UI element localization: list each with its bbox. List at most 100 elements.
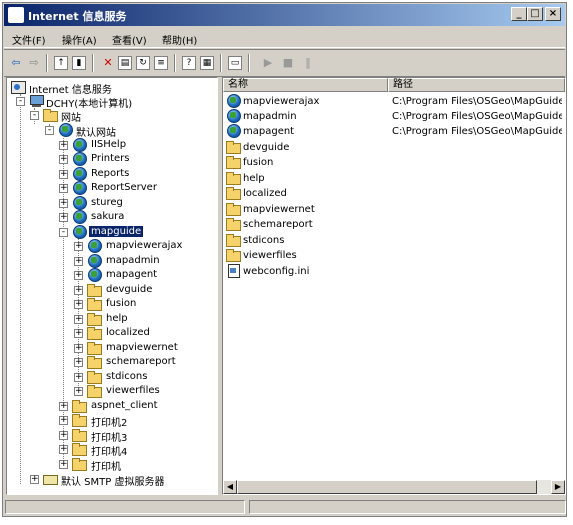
expand-icon[interactable]: + (59, 170, 68, 179)
help-icon[interactable]: ? (182, 56, 196, 70)
menu-help[interactable]: 帮助(H) (162, 32, 197, 47)
tree-item-label: 打印机4 (91, 447, 128, 458)
forward-arrow-icon[interactable]: ⇨ (26, 55, 42, 71)
tree-pane[interactable]: Internet 信息服务 - DCHY(本地计算机) - 网站 - 默认网站 … (6, 77, 218, 495)
folder-icon (42, 108, 58, 122)
toolbar-separator (220, 54, 222, 72)
list-pane[interactable]: 名称 路径 mapviewerajax C:\Program Files\OSG… (222, 77, 566, 495)
globe-icon (71, 210, 87, 224)
iis-app-icon (8, 7, 24, 23)
expand-icon[interactable]: + (74, 358, 83, 367)
window-title: Internet 信息服务 (28, 10, 127, 23)
folder-icon (71, 457, 87, 471)
globe-icon (86, 239, 102, 253)
tree-item-label: Reports (91, 168, 130, 179)
expand-icon[interactable]: + (59, 141, 68, 150)
folder-icon (86, 341, 102, 355)
computer-icon[interactable]: ▭ (228, 56, 242, 70)
expand-icon[interactable]: + (59, 431, 68, 440)
globe-icon (86, 268, 102, 282)
list-item-name: schemareport (243, 219, 313, 230)
globe-icon (225, 124, 241, 138)
stop-icon[interactable]: ■ (280, 55, 296, 71)
tree-item-label-selected: mapguide (89, 226, 144, 237)
list-item-name: mapviewerajax (243, 96, 320, 107)
column-header-name[interactable]: 名称 (223, 78, 388, 92)
expand-icon[interactable]: + (59, 416, 68, 425)
expand-icon[interactable]: + (59, 199, 68, 208)
up-folder-icon[interactable]: ↑ (54, 56, 68, 70)
scroll-left-icon[interactable]: ◀ (223, 480, 237, 494)
console-icon[interactable]: ▦ (200, 56, 214, 70)
expand-icon[interactable]: + (74, 329, 83, 338)
expand-icon[interactable]: + (74, 373, 83, 382)
list-item-name: mapadmin (243, 111, 297, 122)
tree-item-label: localized (106, 327, 150, 338)
list-item-name: mapviewernet (243, 204, 315, 215)
tree-item-label: fusion (106, 298, 137, 309)
iis-manager-window: Internet 信息服务 _ □ × 文件(F) 操作(A) 查看(V) 帮助… (2, 2, 567, 517)
pause-icon[interactable]: ‖ (300, 55, 316, 71)
globe-icon (71, 225, 87, 239)
expand-icon[interactable]: + (59, 213, 68, 222)
list-item-name: localized (243, 188, 287, 199)
collapse-icon[interactable]: - (59, 228, 68, 237)
export-list-icon[interactable]: ≡ (154, 56, 168, 70)
expand-icon[interactable]: + (74, 257, 83, 266)
list-item-path: C:\Program Files\OSGeo\MapGuide\... (392, 126, 562, 137)
list-item-name: fusion (243, 157, 274, 168)
expand-icon[interactable]: + (74, 315, 83, 324)
play-icon[interactable]: ▶ (260, 55, 276, 71)
scroll-right-icon[interactable]: ▶ (551, 480, 565, 494)
collapse-icon[interactable]: - (16, 97, 25, 106)
show-tree-icon[interactable]: ▮ (72, 56, 86, 70)
expand-icon[interactable]: + (59, 445, 68, 454)
title-bar[interactable]: Internet 信息服务 _ □ × (4, 4, 565, 26)
expand-icon[interactable]: + (59, 402, 68, 411)
menu-action[interactable]: 操作(A) (62, 32, 97, 47)
toolbar-separator (46, 54, 48, 72)
globe-icon (71, 167, 87, 181)
delete-icon[interactable]: ✕ (100, 55, 116, 71)
tree-item-label: 默认网站 (76, 128, 116, 139)
tree-item-label: schemareport (106, 356, 176, 367)
expand-icon[interactable]: + (59, 184, 68, 193)
folder-icon (225, 171, 241, 185)
expand-icon[interactable]: + (59, 460, 68, 469)
computer-icon (28, 94, 44, 108)
close-button[interactable]: × (545, 7, 561, 21)
globe-icon (225, 109, 241, 123)
expand-icon[interactable]: + (74, 300, 83, 309)
refresh-icon[interactable]: ↻ (136, 56, 150, 70)
properties-icon[interactable]: ▤ (118, 56, 132, 70)
tree-item-label: 默认 SMTP 虚拟服务器 (61, 477, 165, 488)
menu-file[interactable]: 文件(F) (12, 32, 46, 47)
folder-icon (225, 155, 241, 169)
expand-icon[interactable]: + (59, 155, 68, 164)
folder-icon (71, 428, 87, 442)
folder-icon (86, 355, 102, 369)
back-arrow-icon[interactable]: ⇦ (8, 55, 24, 71)
expand-icon[interactable]: + (74, 271, 83, 280)
expand-icon[interactable]: + (30, 475, 39, 484)
minimize-button[interactable]: _ (511, 7, 527, 21)
column-header-path[interactable]: 路径 (388, 78, 565, 92)
folder-icon (86, 312, 102, 326)
folder-icon (225, 248, 241, 262)
folder-icon (86, 297, 102, 311)
expand-icon[interactable]: + (74, 242, 83, 251)
horizontal-scrollbar[interactable]: ◀ ▶ (223, 480, 565, 494)
folder-icon (86, 283, 102, 297)
folder-icon (71, 442, 87, 456)
collapse-icon[interactable]: - (45, 126, 54, 135)
list-item-name: mapagent (243, 126, 295, 137)
expand-icon[interactable]: + (74, 387, 83, 396)
menu-view[interactable]: 查看(V) (112, 32, 147, 47)
expand-icon[interactable]: + (74, 286, 83, 295)
expand-icon[interactable]: + (74, 344, 83, 353)
globe-icon (71, 138, 87, 152)
maximize-button[interactable]: □ (527, 7, 543, 21)
collapse-icon[interactable]: - (30, 111, 39, 120)
scrollbar-thumb[interactable] (237, 480, 537, 494)
tree-item-label: help (106, 313, 128, 324)
